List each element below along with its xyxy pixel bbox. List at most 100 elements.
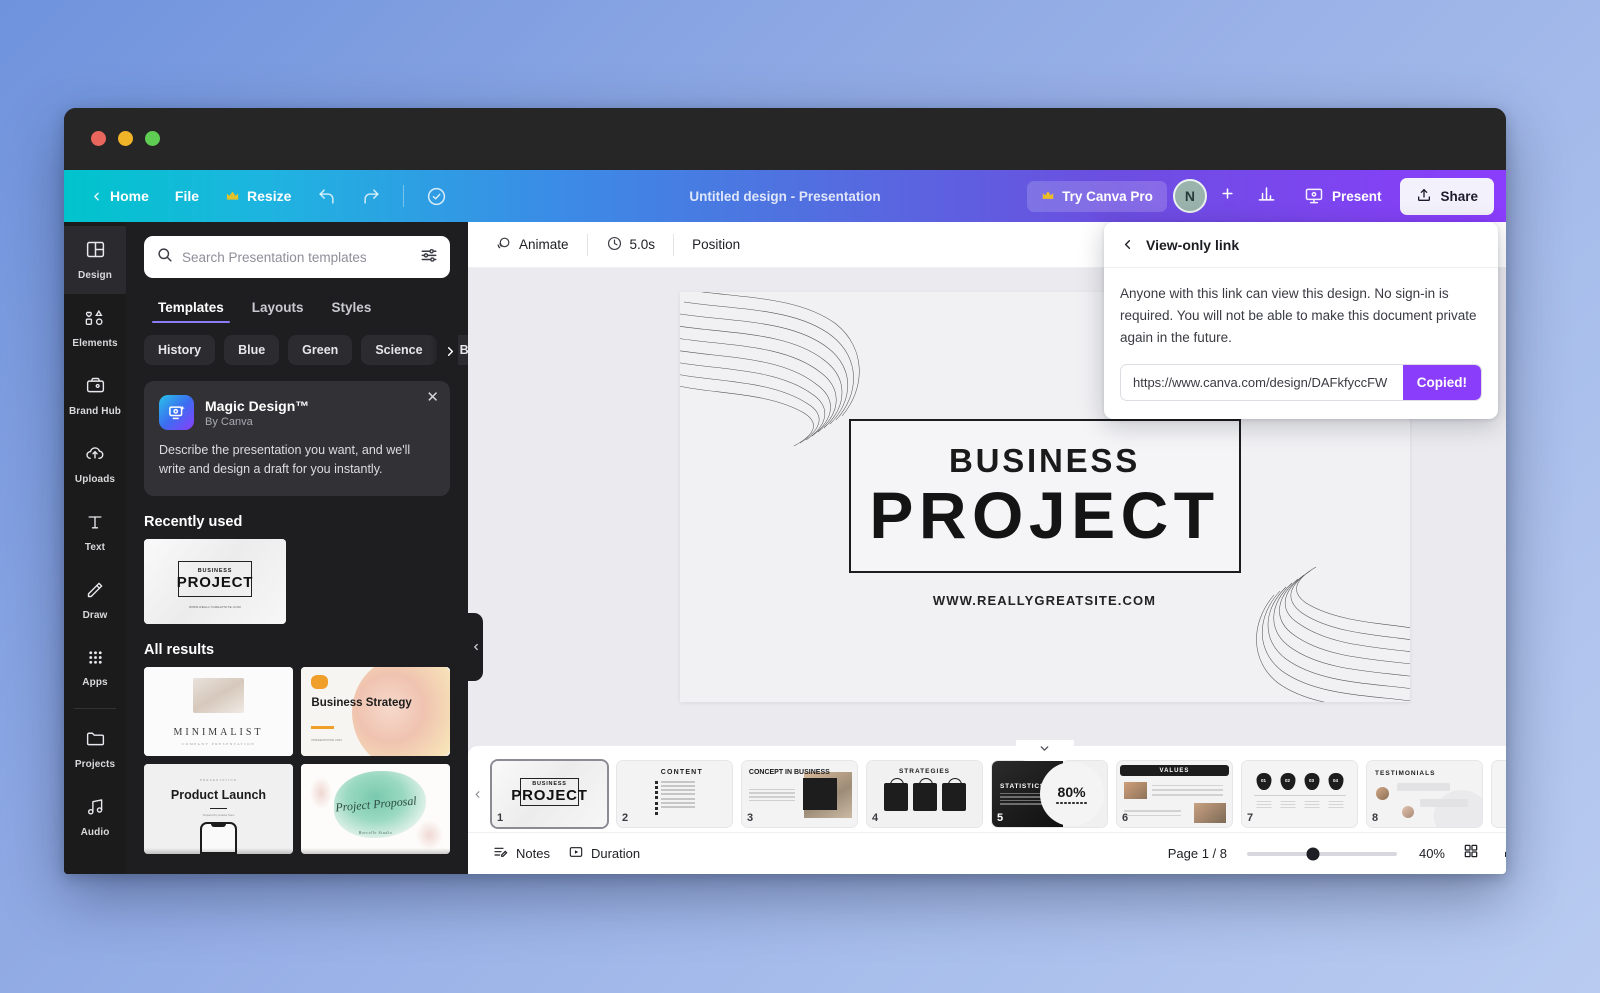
animate-button[interactable]: Animate — [484, 228, 580, 262]
insights-button[interactable] — [1249, 179, 1285, 213]
slide-thumb-3[interactable]: CONCEPT IN BUSINESS 3 — [742, 761, 857, 827]
upload-icon — [1416, 187, 1432, 206]
window-maximize-button[interactable] — [145, 131, 160, 146]
slide-thumb-6[interactable]: VALUES 6 — [1117, 761, 1232, 827]
slide-website-url[interactable]: WWW.REALLYGREATSITE.COM — [933, 593, 1156, 608]
sidebar-item-text[interactable]: Text — [64, 498, 126, 566]
popover-description: Anyone with this link can view this desi… — [1120, 286, 1477, 345]
close-x-icon[interactable]: ✕ — [426, 390, 439, 405]
pen-draw-icon — [85, 579, 106, 605]
minimalist-image — [193, 677, 244, 714]
redo-button[interactable] — [350, 180, 393, 213]
slide-4-icons — [883, 777, 966, 811]
resize-button[interactable]: Resize — [213, 181, 303, 211]
tab-layouts[interactable]: Layouts — [238, 294, 318, 325]
slide-7-page-number: 7 — [1247, 812, 1254, 824]
product-title: Product Launch — [170, 787, 267, 802]
popover-header: View-only link — [1104, 222, 1498, 268]
popover-back-button[interactable] — [1120, 237, 1135, 252]
position-button[interactable]: Position — [681, 230, 751, 259]
chip-history[interactable]: History — [144, 335, 216, 365]
panel-collapse-handle[interactable] — [468, 613, 483, 681]
home-button[interactable]: Home — [78, 181, 161, 211]
tab-templates[interactable]: Templates — [144, 294, 238, 325]
sidebar-item-draw[interactable]: Draw — [64, 566, 126, 634]
present-button[interactable]: Present — [1291, 178, 1395, 214]
slide-thumb-7[interactable]: 01 02 03 04 7 — [1242, 761, 1357, 827]
chip-green[interactable]: Green — [288, 335, 353, 365]
strategy-subtitle: PRESENTATION 2024 — [311, 738, 342, 743]
popover-title: View-only link — [1146, 236, 1240, 253]
slide-thumb-2[interactable]: CONTENT 2 — [617, 761, 732, 827]
slide-2-page-number: 2 — [622, 812, 629, 824]
slide-thumb-4[interactable]: STRATEGIES 4 — [867, 761, 982, 827]
copy-link-button[interactable]: Copied! — [1402, 364, 1481, 400]
try-canva-pro-button[interactable]: Try Canva Pro — [1027, 180, 1167, 212]
window-minimize-button[interactable] — [118, 131, 133, 146]
slide-title-box[interactable]: BUSINESS PROJECT — [848, 419, 1241, 574]
result-card-minimalist[interactable]: MINIMALIST COMPANY PRESENTATION — [144, 666, 293, 757]
avatar[interactable]: N — [1172, 179, 1207, 213]
chip-blue[interactable]: Blue — [224, 335, 280, 365]
strategy-blob — [351, 666, 450, 757]
add-collaborator-button[interactable] — [1213, 181, 1243, 211]
slide-strip-wrapper: BUSINESS PROJECT 1 CONTENT 2 CONCEPT IN … — [468, 740, 1506, 832]
sidebar-label-projects: Projects — [74, 759, 116, 770]
undo-button[interactable] — [305, 180, 348, 213]
magic-design-description: Describe the presentation you want, and … — [159, 443, 411, 477]
window-close-button[interactable] — [91, 131, 106, 146]
animate-label: Animate — [519, 237, 569, 252]
sliders-filter-icon[interactable] — [420, 246, 438, 269]
sidebar-item-apps[interactable]: Apps — [64, 634, 126, 702]
result-card-project-proposal[interactable]: Project Proposal Borcelle Studio — [301, 764, 450, 854]
slide-5-preview: STATISTICS 80% — [992, 761, 1107, 827]
result-card-business-strategy[interactable]: Business Strategy PRESENTATION 2024 — [301, 666, 450, 757]
recent-template-card[interactable]: BUSINESS PROJECT WWW.REALLYGREATSITE.COM — [144, 538, 286, 624]
sidebar-item-elements[interactable]: Elements — [64, 294, 126, 362]
slide-thumb-8[interactable]: TESTIMONIALS 8 — [1367, 761, 1482, 827]
grid-apps-icon — [86, 648, 105, 672]
sidebar-item-projects[interactable]: Projects — [64, 715, 126, 783]
zoom-slider[interactable] — [1247, 847, 1397, 860]
zoom-slider-knob[interactable] — [1306, 847, 1320, 860]
project-proposal-preview: Project Proposal Borcelle Studio — [301, 764, 450, 854]
slide-7-marker-1: 01 — [1260, 777, 1266, 783]
cloud-save-status-button[interactable] — [414, 179, 459, 214]
slide-6-photo-1 — [1123, 782, 1147, 800]
slide-thumb-next-partial[interactable] — [1492, 761, 1506, 827]
results-grid: MINIMALIST COMPANY PRESENTATION Business… — [126, 666, 468, 854]
slide-8-title: TESTIMONIALS — [1375, 769, 1436, 777]
animate-icon — [495, 235, 512, 255]
app-bar-left-group: Home File Resize — [64, 179, 459, 214]
slide-1-preview: BUSINESS PROJECT — [492, 761, 607, 827]
share-link-input[interactable]: https://www.canva.com/design/DAFkfyccFW — [1121, 375, 1403, 390]
chip-science[interactable]: Science — [361, 335, 437, 365]
duration-bottom-button[interactable]: Duration — [559, 838, 649, 869]
share-button[interactable]: Share — [1400, 177, 1494, 215]
music-note-icon — [85, 796, 106, 822]
magic-design-header: Magic Design™ By Canva — [159, 395, 435, 430]
grid-view-button[interactable] — [1457, 840, 1485, 868]
fullscreen-button[interactable] — [1497, 840, 1506, 868]
page-indicator: Page 1 / 8 — [1167, 846, 1227, 861]
sidebar-item-brand-hub[interactable]: Brand Hub — [64, 362, 126, 430]
duration-button[interactable]: 5.0s — [595, 228, 667, 262]
sidebar-item-audio[interactable]: Audio — [64, 783, 126, 851]
slide-3-preview: CONCEPT IN BUSINESS — [742, 761, 857, 827]
tab-styles[interactable]: Styles — [318, 294, 386, 325]
strip-prev-button[interactable] — [468, 756, 486, 832]
sidebar-item-design[interactable]: Design — [64, 226, 126, 294]
slide-thumb-5[interactable]: STATISTICS 80% 5 — [992, 761, 1107, 827]
result-card-product-launch[interactable]: PRESENTATION Product Launch Prepared by … — [144, 764, 293, 854]
chevron-right-icon[interactable] — [430, 335, 458, 365]
magic-design-subtitle: By Canva — [205, 415, 253, 428]
chevron-left-icon — [90, 190, 103, 203]
file-menu-button[interactable]: File — [163, 181, 211, 211]
search-box[interactable] — [144, 236, 450, 278]
slide-thumb-1[interactable]: BUSINESS PROJECT 1 — [492, 761, 607, 827]
magic-design-card[interactable]: ✕ Magic Design™ By Canva Describe the pr… — [144, 381, 450, 496]
search-input[interactable] — [182, 249, 411, 265]
strip-collapse-button[interactable] — [1015, 740, 1074, 761]
notes-button[interactable]: Notes — [484, 838, 559, 869]
sidebar-item-uploads[interactable]: Uploads — [64, 430, 126, 498]
